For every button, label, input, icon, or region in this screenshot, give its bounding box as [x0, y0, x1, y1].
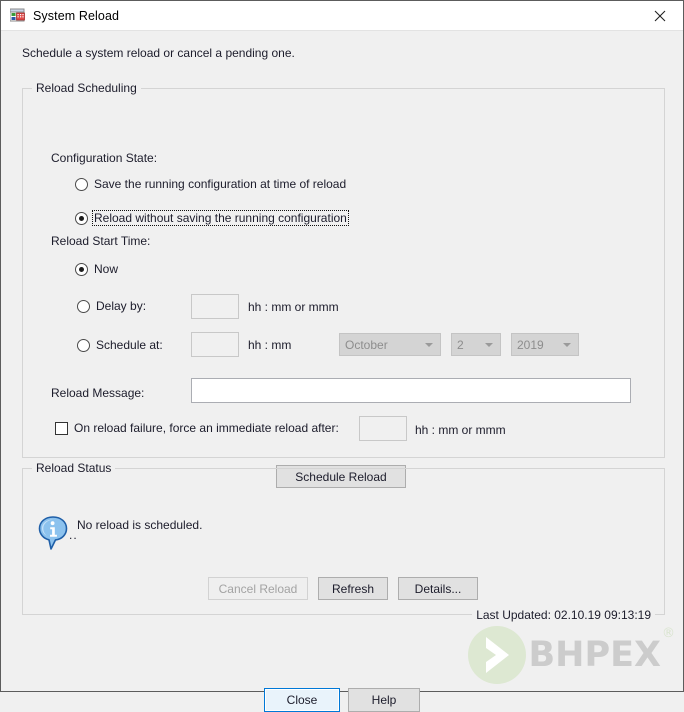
radio-indicator [75, 262, 88, 276]
reload-scheduling-legend: Reload Scheduling [32, 81, 141, 95]
watermark-registered: ® [662, 626, 675, 641]
title-bar: System Reload [1, 1, 683, 31]
details-button[interactable]: Details... [398, 577, 478, 600]
radio-label: Delay by: [96, 299, 147, 313]
delay-by-hint: hh : mm or mmm [248, 300, 339, 314]
window-title: System Reload [33, 8, 120, 23]
chevron-down-icon [425, 342, 433, 347]
force-reload-checkbox[interactable] [55, 421, 68, 435]
reload-message-label: Reload Message: [51, 386, 145, 400]
schedule-at-input[interactable] [191, 332, 239, 357]
force-reload-hint: hh : mm or mmm [415, 423, 506, 437]
radio-indicator [75, 211, 88, 225]
reload-status-submessage: .. [69, 528, 78, 542]
year-combo[interactable]: 2019 [511, 333, 579, 356]
reload-status-message: No reload is scheduled. [77, 518, 203, 532]
month-combo[interactable]: October [339, 333, 441, 356]
dialog-subtitle: Schedule a system reload or cancel a pen… [22, 46, 295, 60]
reload-status-legend: Reload Status [32, 461, 116, 475]
radio-label: Save the running configuration at time o… [94, 177, 347, 191]
close-window-button[interactable] [637, 1, 683, 30]
cancel-reload-button[interactable]: Cancel Reload [208, 577, 308, 600]
bhpex-watermark: BHPEX ® [466, 624, 675, 686]
force-reload-checkbox-label: On reload failure, force an immediate re… [74, 421, 339, 435]
info-icon [38, 516, 69, 552]
year-combo-value: 2019 [517, 337, 544, 352]
watermark-text: BHPEX [528, 634, 661, 675]
radio-start-schedule-at[interactable]: Schedule at: [77, 338, 163, 352]
radio-indicator [77, 299, 90, 313]
chevron-down-icon [563, 342, 571, 347]
reload-message-input[interactable] [191, 378, 631, 403]
day-combo[interactable]: 2 [451, 333, 501, 356]
system-reload-icon [9, 8, 26, 24]
schedule-at-hint: hh : mm [248, 338, 292, 352]
day-combo-value: 2 [457, 337, 464, 352]
dialog-content: Schedule a system reload or cancel a pen… [1, 31, 683, 712]
configuration-state-label: Configuration State: [51, 151, 158, 165]
radio-indicator [77, 338, 90, 352]
delay-by-input[interactable] [191, 294, 239, 319]
last-updated-text: Last Updated: 02.10.19 09:13:19 [472, 608, 655, 622]
close-icon [654, 10, 666, 21]
force-reload-delay-input[interactable] [359, 416, 407, 441]
force-reload-checkbox-row[interactable]: On reload failure, force an immediate re… [55, 421, 339, 435]
radio-label: Schedule at: [96, 338, 163, 352]
radio-reload-without-saving[interactable]: Reload without saving the running config… [75, 210, 349, 226]
chevron-down-icon [485, 342, 493, 347]
radio-label: Reload without saving the running config… [92, 210, 349, 226]
radio-save-running-config[interactable]: Save the running configuration at time o… [75, 177, 346, 191]
radio-start-delay-by[interactable]: Delay by: [77, 299, 146, 313]
radio-label: Now [94, 262, 119, 276]
chevron-circle-logo-icon [468, 626, 527, 684]
refresh-button[interactable]: Refresh [318, 577, 388, 600]
radio-indicator [75, 177, 88, 191]
radio-start-now[interactable]: Now [75, 262, 118, 276]
reload-start-time-label: Reload Start Time: [51, 234, 151, 248]
month-combo-value: October [345, 337, 388, 352]
